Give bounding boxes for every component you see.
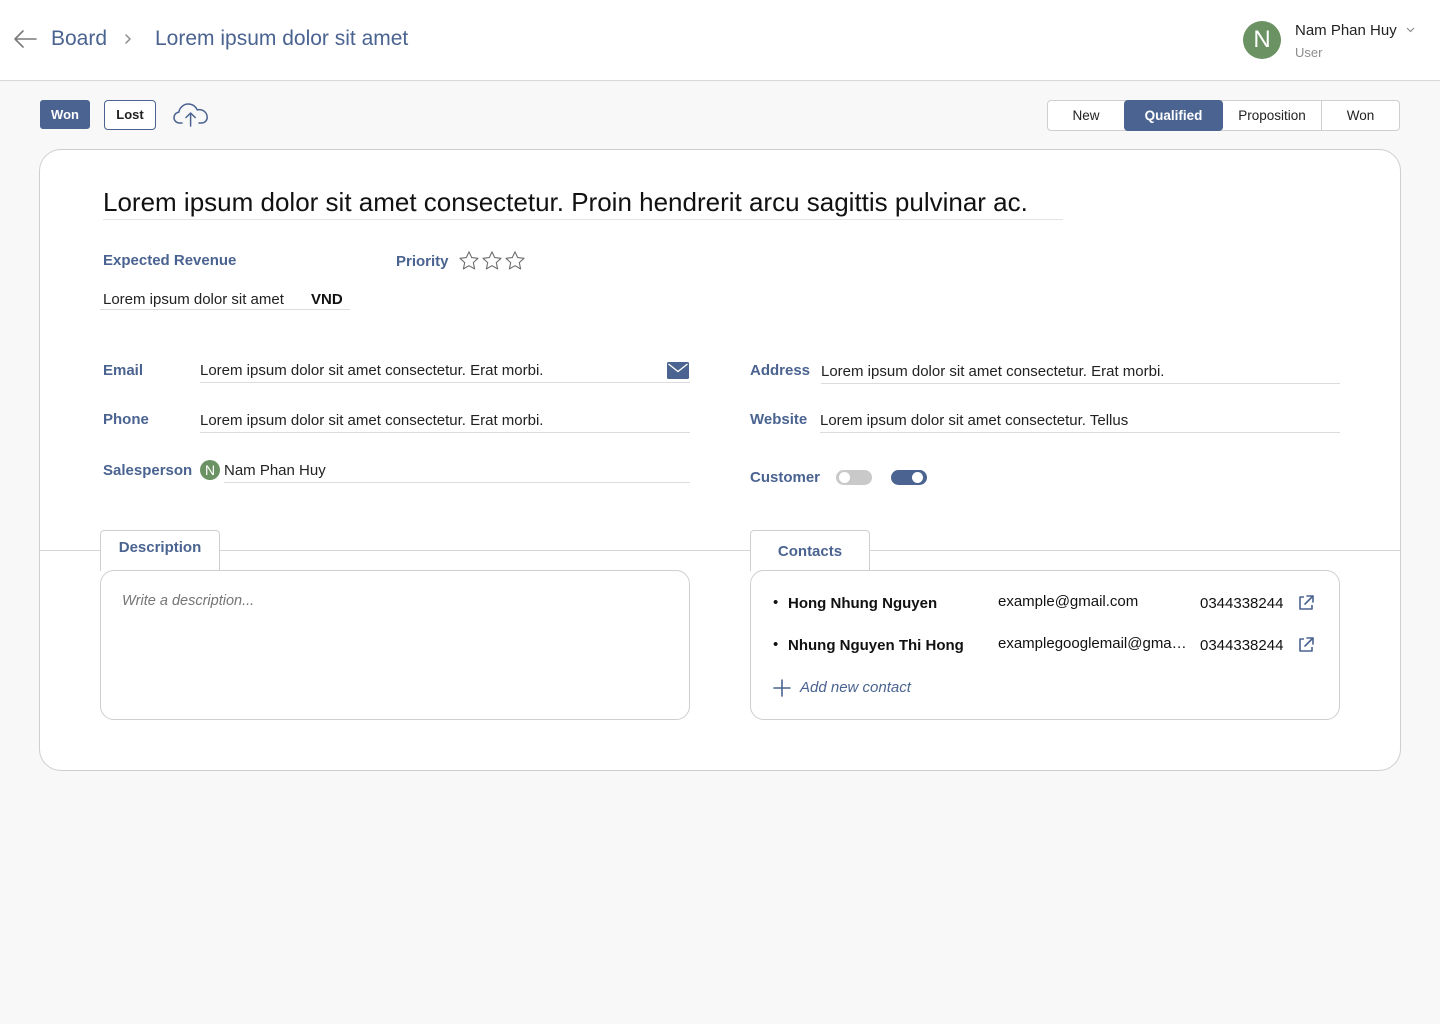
stage-selector: New Qualified Proposition Won: [1047, 100, 1400, 131]
customer-toggle-on[interactable]: [891, 470, 927, 485]
salesperson-avatar: N: [200, 460, 220, 480]
tab-divider: [40, 550, 1400, 551]
stage-proposition[interactable]: Proposition: [1223, 101, 1321, 130]
tab-description[interactable]: Description: [100, 530, 220, 571]
website-label: Website: [750, 411, 808, 428]
mail-icon[interactable]: [667, 362, 689, 379]
external-link-icon[interactable]: [1297, 636, 1315, 654]
priority-label: Priority: [396, 253, 449, 270]
contact-name: Nhung Nguyen Thi Hong: [788, 637, 964, 654]
user-avatar[interactable]: N: [1243, 21, 1281, 59]
user-name[interactable]: Nam Phan Huy: [1295, 22, 1397, 39]
stage-qualified[interactable]: Qualified: [1124, 100, 1223, 131]
plus-icon: [773, 679, 791, 697]
contact-row: • Hong Nhung Nguyen example@gmail.com 03…: [751, 593, 1341, 618]
priority-stars: [458, 250, 528, 272]
contact-email: example@gmail.com: [998, 593, 1139, 610]
expected-revenue-field[interactable]: Lorem ipsum dolor sit amet: [103, 291, 284, 308]
user-role: User: [1295, 45, 1323, 60]
phone-field[interactable]: Lorem ipsum dolor sit amet consectetur. …: [200, 412, 690, 433]
contact-row: • Nhung Nguyen Thi Hong examplegooglemai…: [751, 635, 1341, 660]
phone-label: Phone: [103, 411, 149, 428]
star-icon[interactable]: [458, 250, 480, 272]
tab-contacts[interactable]: Contacts: [750, 530, 870, 571]
deal-title[interactable]: Lorem ipsum dolor sit amet consectetur. …: [103, 187, 1063, 220]
bullet: •: [773, 636, 779, 653]
star-icon[interactable]: [504, 250, 526, 272]
expected-revenue-label: Expected Revenue: [103, 252, 237, 269]
contact-phone: 0344338244: [1200, 637, 1284, 654]
address-field[interactable]: Lorem ipsum dolor sit amet consectetur. …: [821, 363, 1340, 384]
breadcrumb-board-link[interactable]: Board: [51, 27, 107, 51]
currency-select[interactable]: VND: [311, 291, 343, 308]
bullet: •: [773, 594, 779, 611]
email-label: Email: [103, 362, 144, 379]
website-field[interactable]: Lorem ipsum dolor sit amet consectetur. …: [820, 412, 1340, 433]
stage-new[interactable]: New: [1048, 101, 1124, 130]
external-link-icon[interactable]: [1297, 594, 1315, 612]
mark-won-button[interactable]: Won: [40, 100, 90, 129]
revenue-underline: [100, 309, 350, 310]
salesperson-label: Salesperson: [103, 462, 193, 479]
contacts-panel: • Hong Nhung Nguyen example@gmail.com 03…: [750, 570, 1340, 720]
stage-won[interactable]: Won: [1321, 101, 1399, 130]
contact-name: Hong Nhung Nguyen: [788, 595, 938, 612]
customer-label: Customer: [750, 469, 821, 486]
chevron-down-icon[interactable]: [1406, 27, 1415, 33]
back-arrow-icon[interactable]: [12, 28, 38, 50]
customer-toggle-off[interactable]: [836, 470, 872, 485]
contact-email: examplegooglemail@gmail.com: [998, 635, 1188, 652]
address-label: Address: [750, 362, 811, 379]
top-bar: Board Lorem ipsum dolor sit amet N Nam P…: [0, 0, 1440, 81]
salesperson-field[interactable]: Nam Phan Huy: [224, 462, 690, 483]
description-input[interactable]: [100, 570, 690, 720]
breadcrumb-current: Lorem ipsum dolor sit amet: [155, 27, 409, 50]
star-icon[interactable]: [481, 250, 503, 272]
email-field[interactable]: Lorem ipsum dolor sit amet consectetur. …: [200, 362, 690, 383]
mark-lost-button[interactable]: Lost: [104, 100, 156, 130]
contact-phone: 0344338244: [1200, 595, 1284, 612]
add-contact-label: Add new contact: [800, 679, 911, 696]
chevron-right-icon: [125, 34, 131, 44]
cloud-upload-icon[interactable]: [172, 100, 210, 128]
